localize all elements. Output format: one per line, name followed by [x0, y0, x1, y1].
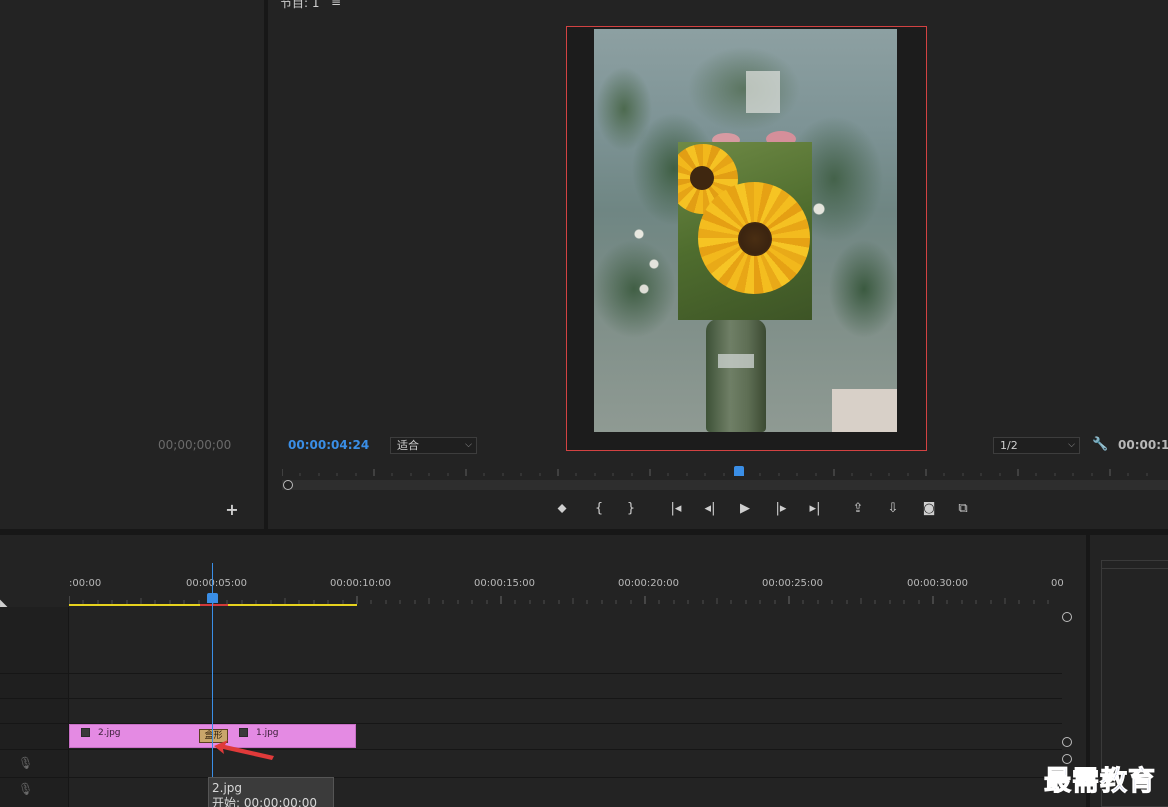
- playback-resolution-value: 1/2: [1000, 439, 1018, 452]
- ruler-label: 00: [1051, 578, 1064, 589]
- track-headers: 🎙 🎙: [0, 607, 68, 807]
- scroll-handle-top[interactable]: [1062, 612, 1072, 622]
- play-button[interactable]: ▶: [735, 500, 755, 518]
- ruler-label: 00:00:20:00: [618, 578, 680, 589]
- clip-name-1jpg: 1.jpg: [256, 728, 279, 738]
- video-frame-outline: [566, 26, 927, 451]
- source-timecode[interactable]: 00;00;00;00: [158, 438, 231, 452]
- clip-tooltip: 2.jpg 开始: 00:00:00:00: [208, 777, 334, 807]
- timeline-ruler-labels[interactable]: :00:00 00:00:05:00 00:00:10:00 00:00:15:…: [69, 578, 1064, 592]
- microphone-icon[interactable]: 🎙: [18, 756, 33, 770]
- playhead-timecode[interactable]: 00:00:04:24: [288, 438, 369, 452]
- ruler-label: :00:00: [69, 578, 102, 589]
- track-header-divider: [68, 607, 69, 807]
- monitor-zoom-scrollbar[interactable]: [282, 480, 1168, 490]
- render-bar-red: [200, 604, 228, 606]
- add-button[interactable]: +: [224, 502, 240, 518]
- playback-resolution-select[interactable]: 1/2 ⌵: [993, 437, 1080, 454]
- export-frame-button[interactable]: ◙: [919, 500, 939, 518]
- lift-button[interactable]: ⇪: [848, 500, 868, 518]
- step-forward-button[interactable]: |▸: [771, 500, 791, 518]
- scroll-handle-bottom[interactable]: [1062, 737, 1072, 747]
- duration-timecode: 00:00:10: [1118, 438, 1168, 452]
- tooltip-clip-name: 2.jpg: [212, 781, 243, 795]
- program-monitor-title[interactable]: 节目: 1: [280, 0, 320, 11]
- fx-badge-icon[interactable]: [239, 728, 248, 737]
- ruler-label: 00:00:15:00: [474, 578, 536, 589]
- wrench-icon[interactable]: 🔧: [1092, 437, 1108, 452]
- watermark-logo: 最需教育: [1044, 766, 1156, 798]
- step-back-button[interactable]: ◂|: [700, 500, 720, 518]
- tooltip-start: 开始: 00:00:00:00: [212, 796, 318, 807]
- ruler-label: 00:00:10:00: [330, 578, 392, 589]
- chevron-down-icon: ⌵: [465, 440, 472, 450]
- ruler-label: 00:00:30:00: [907, 578, 969, 589]
- monitor-playhead[interactable]: [734, 466, 744, 476]
- comparison-view-button[interactable]: ⧉: [953, 500, 973, 518]
- go-to-out-button[interactable]: ▸|: [805, 500, 825, 518]
- clip-name-2jpg: 2.jpg: [98, 728, 121, 738]
- ruler-label: 00:00:05:00: [186, 578, 248, 589]
- mark-out-button[interactable]: }: [621, 500, 641, 518]
- timeline-playhead[interactable]: [207, 593, 218, 603]
- zoom-level-select[interactable]: 适合 ⌵: [390, 437, 477, 454]
- panel-menu-icon[interactable]: ≡: [331, 0, 341, 9]
- chevron-down-icon: ⌵: [1068, 440, 1075, 450]
- microphone-icon[interactable]: 🎙: [18, 782, 33, 796]
- red-arrow-annotation: [214, 740, 274, 760]
- timeline-panel: [0, 535, 1086, 807]
- go-to-in-button[interactable]: |◂: [666, 500, 686, 518]
- zoom-level-value: 适合: [397, 439, 419, 452]
- mark-in-button[interactable]: {: [589, 500, 609, 518]
- monitor-zoom-handle[interactable]: [283, 480, 293, 490]
- monitor-time-ruler[interactable]: [282, 465, 1168, 477]
- extract-button[interactable]: ⇩: [883, 500, 903, 518]
- fx-badge-icon[interactable]: [81, 728, 90, 737]
- audio-meter-header-line: [1101, 568, 1168, 569]
- ruler-label: 00:00:25:00: [762, 578, 824, 589]
- add-marker-button[interactable]: ⬥: [552, 500, 572, 518]
